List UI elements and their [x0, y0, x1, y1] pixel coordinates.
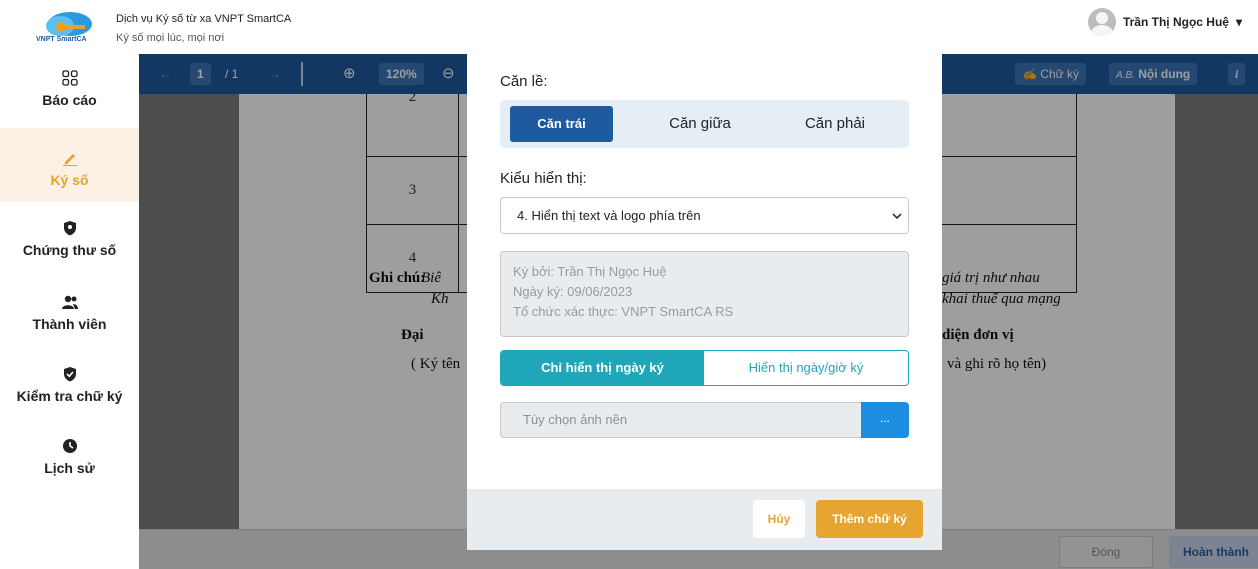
chevron-down-icon [892, 198, 902, 235]
shield-check-icon [0, 364, 139, 384]
pen-icon [0, 148, 139, 168]
align-label: Căn lề: [500, 73, 548, 90]
caret-down-icon[interactable]: ▾ [1236, 15, 1242, 29]
user-menu[interactable]: Trần Thị Ngọc Huệ ▾ [1087, 7, 1242, 37]
signature-preview-textarea[interactable]: Ký bởi: Trần Thị Ngọc Huệ Ngày ký: 09/06… [500, 251, 909, 337]
app-subtitle: Ký số mọi lúc, mọi nơi [116, 32, 225, 44]
date-only-button[interactable]: Chỉ hiển thị ngày ký [501, 351, 704, 385]
sidebar: Báo cáo Ký số Chứng thư số Thành viên Ki… [0, 54, 139, 569]
align-center-button[interactable]: Căn giữa [640, 106, 760, 142]
clock-icon [0, 436, 139, 456]
add-signature-button[interactable]: Thêm chữ ký [816, 500, 923, 538]
sidebar-item-thanh-vien[interactable]: Thành viên [0, 292, 139, 366]
date-format-toggle: Chỉ hiển thị ngày ký Hiển thị ngày/giờ k… [500, 350, 909, 386]
display-type-select[interactable]: 4. Hiển thị text và logo phía trên [500, 197, 909, 234]
background-image-input[interactable]: Tùy chọn ảnh nền ... [500, 402, 909, 438]
background-image-placeholder: Tùy chọn ảnh nền [523, 412, 628, 427]
user-name[interactable]: Trần Thị Ngọc Huệ [1123, 15, 1229, 29]
preview-line: Ký bởi: Trần Thị Ngọc Huệ [513, 264, 667, 279]
sidebar-item-label: Ký số [50, 172, 89, 188]
grid-icon [0, 68, 139, 88]
display-type-label: Kiểu hiển thị: [500, 170, 587, 187]
sidebar-item-ky-so[interactable]: Ký số [0, 128, 139, 202]
app-title: Dịch vụ Ký số từ xa VNPT SmartCA [116, 13, 292, 25]
sidebar-item-chung-thu-so[interactable]: Chứng thư số [0, 218, 139, 292]
sidebar-item-label: Thành viên [32, 316, 107, 332]
preview-line: Ngày ký: 09/06/2023 [513, 284, 633, 299]
align-left-button[interactable]: Căn trái [510, 106, 613, 142]
logo-text: VNPT SmartCA [36, 36, 87, 43]
sidebar-item-lich-su[interactable]: Lịch sử [0, 436, 139, 510]
modal-footer: Hủy Thêm chữ ký [467, 489, 942, 550]
shield-icon [0, 218, 139, 238]
sidebar-item-label: Lịch sử [44, 460, 95, 476]
sidebar-item-kiem-tra-chu-ky[interactable]: Kiểm tra chữ ký [0, 364, 139, 438]
avatar[interactable] [1087, 8, 1116, 36]
browse-button[interactable]: ... [861, 402, 909, 438]
users-icon [0, 292, 139, 312]
align-segmented-control: Căn trái Căn giữa Căn phải [500, 100, 909, 148]
cancel-button[interactable]: Hủy [753, 500, 805, 538]
display-type-value: 4. Hiển thị text và logo phía trên [517, 208, 701, 223]
signature-settings-modal: Căn lề: Căn trái Căn giữa Căn phải Kiểu … [467, 54, 942, 550]
date-time-button[interactable]: Hiển thị ngày/giờ ký [704, 351, 908, 385]
app-header: VNPT SmartCA Dịch vụ Ký số từ xa VNPT Sm… [0, 0, 1258, 54]
align-right-button[interactable]: Căn phải [770, 106, 900, 142]
sidebar-item-label: Chứng thư số [22, 242, 117, 258]
sidebar-item-label: Kiểm tra chữ ký [16, 388, 123, 404]
sidebar-item-label: Báo cáo [42, 92, 97, 108]
preview-line: Tổ chức xác thực: VNPT SmartCA RS [513, 304, 734, 319]
